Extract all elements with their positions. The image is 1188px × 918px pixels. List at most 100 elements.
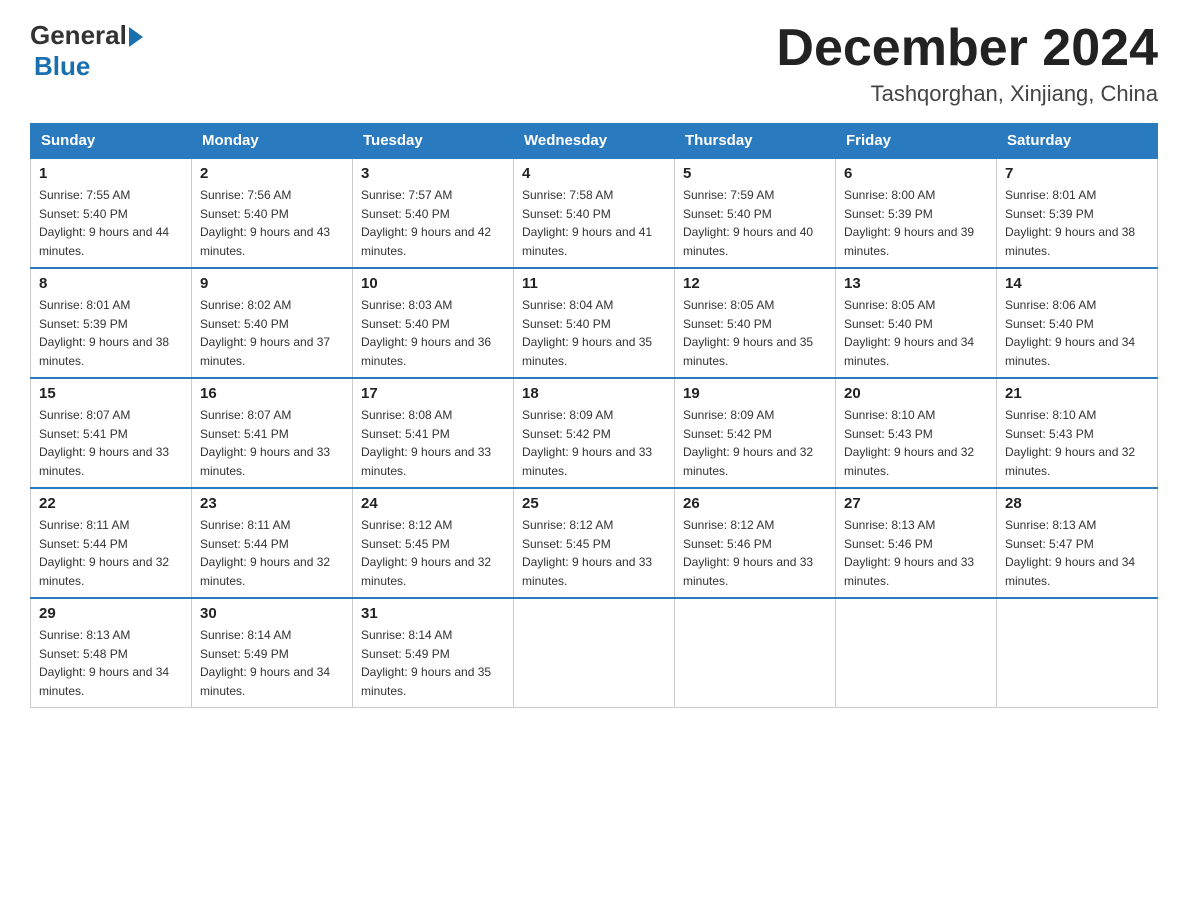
day-cell: 24 Sunrise: 8:12 AMSunset: 5:45 PMDaylig… <box>353 488 514 598</box>
day-info: Sunrise: 8:01 AMSunset: 5:39 PMDaylight:… <box>1005 188 1135 258</box>
day-number: 14 <box>1005 275 1149 292</box>
day-number: 20 <box>844 385 988 402</box>
day-number: 3 <box>361 165 505 182</box>
calendar-header: SundayMondayTuesdayWednesdayThursdayFrid… <box>31 124 1158 159</box>
day-info: Sunrise: 8:07 AMSunset: 5:41 PMDaylight:… <box>39 408 169 478</box>
day-number: 7 <box>1005 165 1149 182</box>
day-info: Sunrise: 8:06 AMSunset: 5:40 PMDaylight:… <box>1005 298 1135 368</box>
header-cell-saturday: Saturday <box>997 124 1158 159</box>
day-info: Sunrise: 7:58 AMSunset: 5:40 PMDaylight:… <box>522 188 652 258</box>
day-number: 6 <box>844 165 988 182</box>
day-number: 19 <box>683 385 827 402</box>
day-cell: 5 Sunrise: 7:59 AMSunset: 5:40 PMDayligh… <box>675 158 836 268</box>
day-number: 2 <box>200 165 344 182</box>
day-number: 26 <box>683 495 827 512</box>
week-row-1: 1 Sunrise: 7:55 AMSunset: 5:40 PMDayligh… <box>31 158 1158 268</box>
header-cell-monday: Monday <box>192 124 353 159</box>
day-cell: 14 Sunrise: 8:06 AMSunset: 5:40 PMDaylig… <box>997 268 1158 378</box>
day-number: 5 <box>683 165 827 182</box>
day-info: Sunrise: 8:13 AMSunset: 5:48 PMDaylight:… <box>39 628 169 698</box>
day-info: Sunrise: 8:01 AMSunset: 5:39 PMDaylight:… <box>39 298 169 368</box>
day-number: 16 <box>200 385 344 402</box>
day-cell: 1 Sunrise: 7:55 AMSunset: 5:40 PMDayligh… <box>31 158 192 268</box>
title-block: December 2024 Tashqorghan, Xinjiang, Chi… <box>776 20 1158 107</box>
day-number: 30 <box>200 605 344 622</box>
day-info: Sunrise: 8:10 AMSunset: 5:43 PMDaylight:… <box>1005 408 1135 478</box>
day-number: 24 <box>361 495 505 512</box>
day-number: 28 <box>1005 495 1149 512</box>
day-cell: 20 Sunrise: 8:10 AMSunset: 5:43 PMDaylig… <box>836 378 997 488</box>
week-row-2: 8 Sunrise: 8:01 AMSunset: 5:39 PMDayligh… <box>31 268 1158 378</box>
day-cell: 22 Sunrise: 8:11 AMSunset: 5:44 PMDaylig… <box>31 488 192 598</box>
day-info: Sunrise: 8:09 AMSunset: 5:42 PMDaylight:… <box>522 408 652 478</box>
day-cell <box>997 598 1158 707</box>
day-cell: 17 Sunrise: 8:08 AMSunset: 5:41 PMDaylig… <box>353 378 514 488</box>
day-cell: 9 Sunrise: 8:02 AMSunset: 5:40 PMDayligh… <box>192 268 353 378</box>
day-cell: 23 Sunrise: 8:11 AMSunset: 5:44 PMDaylig… <box>192 488 353 598</box>
day-cell: 6 Sunrise: 8:00 AMSunset: 5:39 PMDayligh… <box>836 158 997 268</box>
day-info: Sunrise: 8:05 AMSunset: 5:40 PMDaylight:… <box>683 298 813 368</box>
header-cell-friday: Friday <box>836 124 997 159</box>
day-cell: 11 Sunrise: 8:04 AMSunset: 5:40 PMDaylig… <box>514 268 675 378</box>
day-cell: 12 Sunrise: 8:05 AMSunset: 5:40 PMDaylig… <box>675 268 836 378</box>
day-info: Sunrise: 8:12 AMSunset: 5:46 PMDaylight:… <box>683 518 813 588</box>
day-info: Sunrise: 7:55 AMSunset: 5:40 PMDaylight:… <box>39 188 169 258</box>
day-number: 31 <box>361 605 505 622</box>
day-number: 1 <box>39 165 183 182</box>
day-number: 4 <box>522 165 666 182</box>
day-number: 13 <box>844 275 988 292</box>
day-info: Sunrise: 8:02 AMSunset: 5:40 PMDaylight:… <box>200 298 330 368</box>
day-number: 21 <box>1005 385 1149 402</box>
day-info: Sunrise: 8:10 AMSunset: 5:43 PMDaylight:… <box>844 408 974 478</box>
day-number: 12 <box>683 275 827 292</box>
week-row-5: 29 Sunrise: 8:13 AMSunset: 5:48 PMDaylig… <box>31 598 1158 707</box>
day-number: 17 <box>361 385 505 402</box>
day-number: 23 <box>200 495 344 512</box>
day-number: 11 <box>522 275 666 292</box>
logo-general-text: General <box>30 20 127 51</box>
day-number: 25 <box>522 495 666 512</box>
day-number: 10 <box>361 275 505 292</box>
day-number: 18 <box>522 385 666 402</box>
day-info: Sunrise: 8:00 AMSunset: 5:39 PMDaylight:… <box>844 188 974 258</box>
header-cell-tuesday: Tuesday <box>353 124 514 159</box>
location-subtitle: Tashqorghan, Xinjiang, China <box>776 81 1158 107</box>
logo: General Blue <box>30 20 143 82</box>
day-cell: 28 Sunrise: 8:13 AMSunset: 5:47 PMDaylig… <box>997 488 1158 598</box>
day-cell: 4 Sunrise: 7:58 AMSunset: 5:40 PMDayligh… <box>514 158 675 268</box>
calendar-table: SundayMondayTuesdayWednesdayThursdayFrid… <box>30 123 1158 707</box>
day-number: 22 <box>39 495 183 512</box>
day-cell: 25 Sunrise: 8:12 AMSunset: 5:45 PMDaylig… <box>514 488 675 598</box>
day-cell: 31 Sunrise: 8:14 AMSunset: 5:49 PMDaylig… <box>353 598 514 707</box>
day-number: 8 <box>39 275 183 292</box>
header-cell-thursday: Thursday <box>675 124 836 159</box>
day-cell <box>675 598 836 707</box>
day-cell <box>836 598 997 707</box>
day-info: Sunrise: 8:14 AMSunset: 5:49 PMDaylight:… <box>200 628 330 698</box>
day-cell: 18 Sunrise: 8:09 AMSunset: 5:42 PMDaylig… <box>514 378 675 488</box>
day-cell: 10 Sunrise: 8:03 AMSunset: 5:40 PMDaylig… <box>353 268 514 378</box>
day-cell: 7 Sunrise: 8:01 AMSunset: 5:39 PMDayligh… <box>997 158 1158 268</box>
day-cell: 30 Sunrise: 8:14 AMSunset: 5:49 PMDaylig… <box>192 598 353 707</box>
day-info: Sunrise: 8:07 AMSunset: 5:41 PMDaylight:… <box>200 408 330 478</box>
day-number: 9 <box>200 275 344 292</box>
day-info: Sunrise: 7:57 AMSunset: 5:40 PMDaylight:… <box>361 188 491 258</box>
day-number: 15 <box>39 385 183 402</box>
day-number: 29 <box>39 605 183 622</box>
day-cell: 19 Sunrise: 8:09 AMSunset: 5:42 PMDaylig… <box>675 378 836 488</box>
week-row-4: 22 Sunrise: 8:11 AMSunset: 5:44 PMDaylig… <box>31 488 1158 598</box>
logo-arrow-icon <box>129 27 143 47</box>
day-cell: 26 Sunrise: 8:12 AMSunset: 5:46 PMDaylig… <box>675 488 836 598</box>
day-cell: 21 Sunrise: 8:10 AMSunset: 5:43 PMDaylig… <box>997 378 1158 488</box>
day-info: Sunrise: 8:04 AMSunset: 5:40 PMDaylight:… <box>522 298 652 368</box>
header-cell-sunday: Sunday <box>31 124 192 159</box>
day-info: Sunrise: 7:56 AMSunset: 5:40 PMDaylight:… <box>200 188 330 258</box>
day-info: Sunrise: 8:12 AMSunset: 5:45 PMDaylight:… <box>361 518 491 588</box>
day-info: Sunrise: 8:14 AMSunset: 5:49 PMDaylight:… <box>361 628 491 698</box>
day-info: Sunrise: 8:08 AMSunset: 5:41 PMDaylight:… <box>361 408 491 478</box>
month-year-title: December 2024 <box>776 20 1158 77</box>
day-info: Sunrise: 8:13 AMSunset: 5:46 PMDaylight:… <box>844 518 974 588</box>
day-info: Sunrise: 8:05 AMSunset: 5:40 PMDaylight:… <box>844 298 974 368</box>
logo-blue-text: Blue <box>34 51 90 82</box>
day-cell <box>514 598 675 707</box>
